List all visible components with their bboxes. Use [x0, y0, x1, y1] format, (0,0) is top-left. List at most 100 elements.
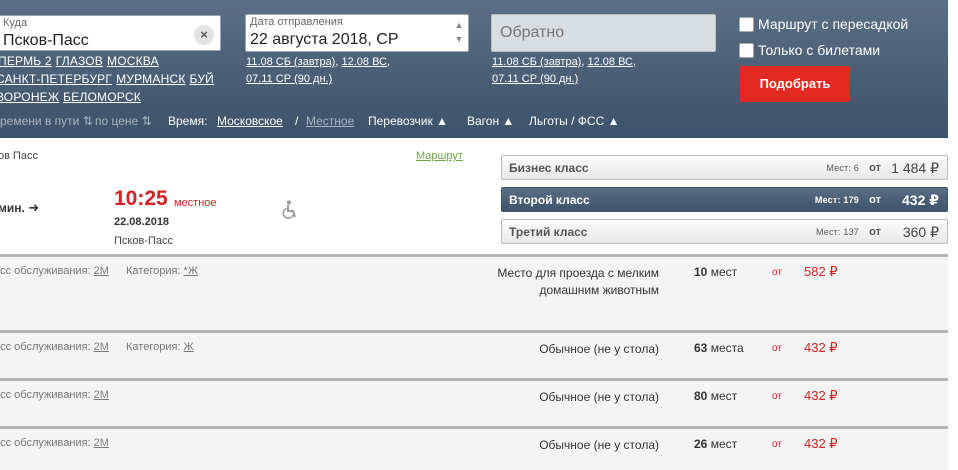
service-class-label: асс обслуживания: [0, 437, 91, 449]
destination-label: Куда [3, 17, 28, 29]
seat-option-row[interactable]: асс обслуживания: 2М Категория: Ж Обычно… [0, 330, 948, 378]
wagon-filter-label[interactable]: Вагон [467, 114, 499, 128]
seat-price[interactable]: 432 ₽ [804, 340, 838, 356]
benefits-filter-label[interactable]: Льготы / ФСС [529, 114, 604, 128]
arrival-date: 22.08.2018 [114, 216, 170, 228]
category-value[interactable]: Ж [184, 341, 194, 353]
wheelchair-icon [282, 200, 296, 219]
origin-station: ов Пасс [0, 150, 39, 162]
seat-type: Обычное (не у стола) [539, 437, 659, 454]
sort-by-price-label[interactable]: по цене [95, 114, 138, 128]
class-third-button[interactable]: Третий класс Мест: 137 от 360 ₽ [501, 219, 948, 244]
class-business-button[interactable]: Бизнес класс Мест: 6 от 1 484 ₽ [501, 155, 948, 180]
return-quick-dates: 11.08 СБ (завтра), 12.08 ВС, 07.11 СР (9… [492, 56, 637, 85]
benefits-filter[interactable]: Льготы / ФСС ▲ [529, 114, 619, 128]
wagon-filter[interactable]: Вагон ▲ [467, 114, 514, 128]
carrier-filter-label[interactable]: Перевозчик [368, 114, 433, 128]
seat-price[interactable]: 432 ₽ [804, 436, 838, 452]
departure-date-value[interactable]: 22 августа 2018, СР [250, 31, 399, 49]
price-from-label: от [772, 391, 782, 402]
seat-count: 63 места [694, 341, 744, 355]
seat-type: Место для проезда с мелким домашним живот… [497, 265, 659, 299]
service-class: асс обслуживания: 2М [0, 389, 109, 401]
seat-price[interactable]: 582 ₽ [804, 264, 838, 280]
class-seats: Мест: 179 [814, 195, 859, 205]
tickets-only-checkbox[interactable] [739, 42, 754, 58]
sort-by-price[interactable]: по цене ⇅ [95, 114, 152, 128]
seat-type-line1: Обычное (не у стола) [539, 342, 659, 356]
transfer-option[interactable]: Маршрут с пересадкой [739, 16, 908, 32]
seat-option-row[interactable]: асс обслуживания: 2М Обычное (не у стола… [0, 426, 948, 470]
tickets-only-option[interactable]: Только с билетами [739, 42, 880, 58]
service-class: асс обслуживания: 2М [0, 437, 109, 449]
search-button[interactable]: Подобрать [740, 66, 850, 102]
class-price: 1 484 ₽ [891, 160, 939, 176]
price-from-label: от [869, 194, 881, 206]
clear-icon[interactable]: × [194, 25, 214, 45]
category-label: Категория: [126, 265, 181, 277]
route-link[interactable]: Маршрут [416, 150, 463, 162]
tickets-only-label[interactable]: Только с билетами [758, 42, 880, 58]
quick-cities: ПЕРМЬ 2 ГЛАЗОВ МОСКВА САНКТ-ПЕТЕРБУРГ МУРМА… [0, 52, 230, 106]
seat-type-line1: Обычное (не у стола) [539, 438, 659, 452]
category: Категория: Ж [126, 341, 194, 353]
departure-date-field[interactable]: Дата отправления 22 августа 2018, СР ▲ ▼ [245, 14, 469, 52]
caret-up-icon: ▲ [432, 114, 448, 128]
seat-count-value: 80 [694, 389, 708, 403]
service-class-value[interactable]: 2М [94, 389, 109, 401]
quick-city-spb[interactable]: САНКТ-ПЕТЕРБУРГ [0, 72, 112, 86]
departure-date-label: Дата отправления [250, 16, 343, 28]
quick-city-moscow[interactable]: МОСКВА [107, 54, 159, 68]
price-from-label: от [772, 343, 782, 354]
transfer-label[interactable]: Маршрут с пересадкой [758, 16, 908, 32]
seat-count-word: мест [710, 389, 738, 403]
date-spinner-icon[interactable]: ▲ ▼ [454, 18, 464, 46]
search-panel: Куда Псков-Пасс × ПЕРМЬ 2 ГЛАЗОВ МОСКВА СА… [0, 0, 948, 138]
time-local-option[interactable]: Местное [306, 114, 354, 128]
service-class-value[interactable]: 2М [94, 341, 109, 353]
seat-type-line1: Место для проезда с мелким [497, 266, 659, 280]
duration: мин. ➜ [0, 200, 39, 216]
quick-city-voronezh[interactable]: ВОРОНЕЖ [0, 90, 59, 104]
category-value[interactable]: *Ж [184, 265, 198, 277]
destination-value[interactable]: Псков-Пасс [3, 32, 89, 50]
service-class-value[interactable]: 2М [94, 437, 109, 449]
service-class: асс обслуживания: 2М [0, 265, 109, 277]
time-label: Время: [168, 114, 208, 128]
sort-icon: ⇅ [141, 114, 152, 128]
transfer-checkbox[interactable] [739, 16, 754, 32]
caret-up-icon: ▲ [499, 114, 515, 128]
price-from-label: от [869, 162, 881, 174]
arrival-station: Псков-Пасс [114, 235, 173, 247]
seat-price[interactable]: 432 ₽ [804, 388, 838, 404]
quick-city-perm[interactable]: ПЕРМЬ 2 [0, 54, 52, 68]
price-from-label: от [772, 439, 782, 450]
sort-by-duration[interactable]: Времени в пути ⇅ [0, 114, 93, 128]
destination-field[interactable]: Куда Псков-Пасс × [0, 15, 221, 51]
seat-option-row[interactable]: асс обслуживания: 2М Категория: *Ж Место… [0, 254, 948, 330]
return-quick-date-tomorrow[interactable]: 11.08 СБ (завтра) [492, 56, 581, 68]
quick-city-glazov[interactable]: ГЛАЗОВ [56, 54, 103, 68]
seat-option-row[interactable]: асс обслуживания: 2М Обычное (не у стола… [0, 378, 948, 426]
seat-type-line2: домашним животным [539, 283, 659, 297]
return-date-placeholder[interactable]: Обратно [500, 24, 564, 42]
depart-quick-date-sunday[interactable]: 12.08 ВС [341, 56, 387, 68]
seat-count: 80 мест [694, 389, 737, 403]
quick-city-bui[interactable]: БУЙ [190, 72, 214, 86]
return-quick-date-sunday[interactable]: 12.08 ВС [587, 56, 633, 68]
class-second-button[interactable]: Второй класс Мест: 179 от 432 ₽ [501, 187, 948, 212]
class-price: 432 ₽ [902, 192, 939, 208]
quick-city-murmansk[interactable]: МУРМАНСК [116, 72, 185, 86]
return-quick-date-90days[interactable]: 07.11 СР (90 дн.) [492, 73, 578, 85]
quick-city-belomorsk[interactable]: БЕЛОМОРСК [63, 90, 141, 104]
carrier-filter[interactable]: Перевозчик ▲ [368, 114, 448, 128]
time-moscow-option[interactable]: Московское [217, 114, 283, 128]
service-class-value[interactable]: 2М [94, 265, 109, 277]
depart-quick-date-90days[interactable]: 07.11 СР (90 дн.) [246, 73, 332, 85]
seat-count-word: мест [710, 265, 738, 279]
depart-quick-date-tomorrow[interactable]: 11.08 СБ (завтра) [246, 56, 335, 68]
seat-count-value: 10 [694, 265, 708, 279]
time-separator: / [295, 114, 299, 128]
return-date-field[interactable]: Обратно [491, 14, 716, 52]
sort-by-duration-label[interactable]: Времени в пути [0, 114, 79, 128]
